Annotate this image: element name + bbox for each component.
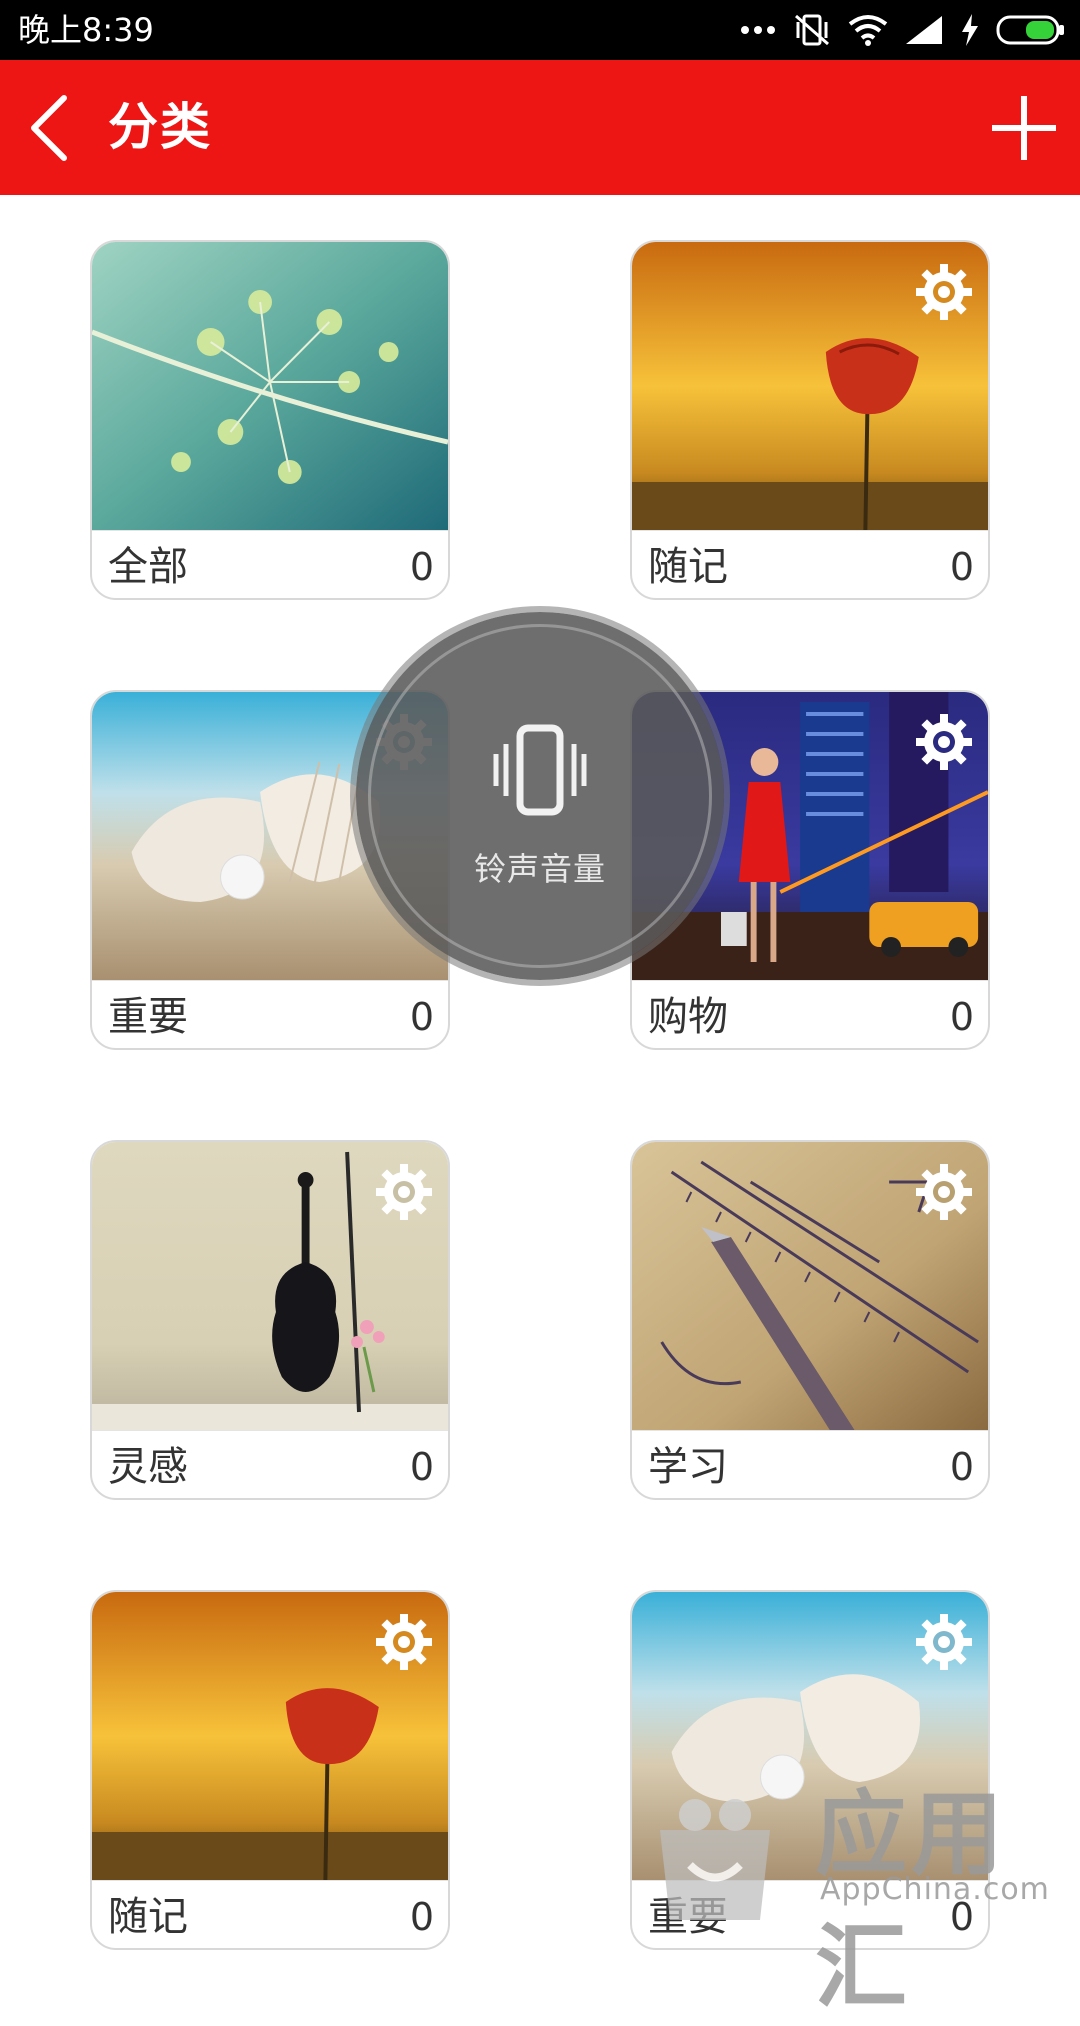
wifi-icon (848, 15, 888, 46)
gear-icon (916, 1164, 972, 1220)
category-image-plant (92, 242, 448, 530)
category-count: 0 (409, 545, 434, 589)
category-settings-button[interactable] (374, 1162, 434, 1222)
card-footer: 灵感 0 (92, 1430, 448, 1498)
shopping-bag-logo (660, 1799, 770, 1920)
category-count: 0 (949, 545, 974, 589)
category-name: 随记 (108, 1894, 188, 1940)
battery-icon (996, 15, 1064, 45)
gear-icon (916, 714, 972, 770)
category-name: 灵感 (108, 1444, 188, 1490)
charging-icon (962, 14, 978, 46)
add-icon (992, 96, 1056, 160)
card-footer: 随记 0 (632, 530, 988, 598)
signal-icon (906, 16, 942, 44)
card-footer: 学习 0 (632, 1430, 988, 1498)
card-footer: 重要 0 (92, 980, 448, 1048)
back-arrow-icon (31, 95, 67, 161)
status-bar: 晚上8:39 (0, 0, 1080, 60)
more-dots-icon (741, 26, 775, 34)
category-count: 0 (409, 1895, 434, 1939)
category-settings-button[interactable] (914, 712, 974, 772)
category-card[interactable]: 随记 0 (630, 240, 990, 600)
gear-icon (916, 264, 972, 320)
category-settings-button[interactable] (914, 1612, 974, 1672)
category-count: 0 (949, 995, 974, 1039)
appchina-watermark: 应用汇 AppChina.com (640, 1760, 1080, 2021)
gear-icon (376, 1164, 432, 1220)
category-card[interactable]: 随记 0 (90, 1590, 450, 1950)
add-category-button[interactable] (988, 92, 1060, 164)
status-time: 晚上8:39 (18, 11, 154, 49)
watermark-en-text: AppChina.com (820, 1872, 1050, 1907)
page-title: 分类 (108, 98, 212, 156)
category-name: 全部 (108, 544, 188, 590)
ringtone-volume-overlay: 铃声音量 (356, 612, 724, 980)
category-card[interactable]: 灵感 0 (90, 1140, 450, 1500)
gear-icon (916, 1614, 972, 1670)
app-bar: 分类 (0, 60, 1080, 195)
card-footer: 购物 0 (632, 980, 988, 1048)
card-footer: 全部 0 (92, 530, 448, 598)
category-name: 随记 (648, 544, 728, 590)
category-name: 重要 (108, 994, 188, 1040)
category-card[interactable]: 学习 0 (630, 1140, 990, 1500)
category-settings-button[interactable] (914, 1162, 974, 1222)
category-count: 0 (949, 1445, 974, 1489)
gear-icon (376, 1614, 432, 1670)
vibrate-icon (493, 724, 587, 816)
category-count: 0 (409, 1445, 434, 1489)
category-settings-button[interactable] (914, 262, 974, 322)
category-name: 购物 (648, 994, 728, 1040)
category-count: 0 (409, 995, 434, 1039)
volume-label: 铃声音量 (473, 850, 606, 888)
back-button[interactable] (18, 90, 88, 165)
card-footer: 随记 0 (92, 1880, 448, 1948)
category-settings-button[interactable] (374, 1612, 434, 1672)
category-name: 学习 (648, 1444, 728, 1490)
vibrate-off-icon (795, 14, 829, 46)
category-card[interactable]: 全部 0 (90, 240, 450, 600)
